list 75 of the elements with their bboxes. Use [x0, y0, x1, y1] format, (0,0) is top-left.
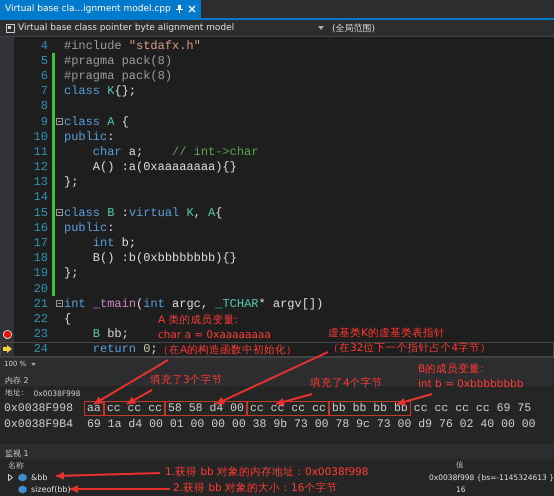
- memory-panel-title: 内存 2: [5, 376, 29, 385]
- line-number: 8: [40, 99, 48, 114]
- memory-bytes: cc cc cc cc 69 75: [412, 400, 532, 416]
- collapse-icon[interactable]: [56, 300, 63, 308]
- collapse-icon[interactable]: [56, 209, 63, 216]
- code-line: #pragma pack(8): [64, 68, 172, 83]
- line-number: 11: [32, 144, 48, 159]
- scope-dropdown[interactable]: (全局范围): [324, 22, 376, 34]
- code-line: return 0;: [92, 342, 158, 356]
- memory-bytes: 69 1a d4 00 01 00 00 00 38 9b 73 00 78 9c 73 00 d9 76 02 40 00 00: [86, 416, 537, 432]
- watch-panel-title: 监视 1: [5, 449, 29, 458]
- code-line: {: [64, 312, 72, 326]
- project-dropdown[interactable]: Virtual base class pointer byte alignment model: [0, 23, 324, 33]
- line-number: 14: [32, 190, 48, 204]
- code-line: #include "stdafx.h": [64, 38, 201, 53]
- caret-icon: [318, 26, 324, 30]
- breakpoint-icon[interactable]: [2, 330, 12, 339]
- annotation-text: 虚基类K的虚基类表指针: [328, 326, 446, 341]
- annotation-text: （在A的构造函数中初始化）: [158, 343, 298, 358]
- annotation-text: char a = 0xaaaaaaaa: [158, 328, 272, 343]
- line-number: 20: [32, 282, 48, 296]
- code-line: int b;: [92, 236, 136, 250]
- code-line: A() :a(0xaaaaaaaa){}: [92, 160, 237, 174]
- line-number: 23: [32, 327, 48, 342]
- line-number: 17: [32, 236, 48, 250]
- code-line: #pragma pack(8): [64, 54, 172, 68]
- line-number: 22: [32, 312, 48, 326]
- code-line: };: [64, 175, 78, 190]
- watch-name: &bb: [31, 472, 48, 482]
- expand-icon[interactable]: [8, 474, 13, 480]
- memory-address: 0x0038F998: [4, 402, 74, 414]
- line-number: 12: [32, 160, 48, 174]
- line-number: 6: [40, 68, 48, 83]
- caret-icon: [31, 362, 36, 366]
- code-line: char a; // int->char: [92, 144, 258, 159]
- memory-address: 0x0038F9B4: [4, 418, 74, 430]
- line-number: 24: [32, 342, 48, 356]
- close-icon[interactable]: [188, 5, 196, 13]
- highlighted-bytes: cc cc cc cc: [246, 400, 329, 416]
- line-number: 15: [32, 206, 48, 220]
- annotation-text: （在32位下一个指针占个4字节）: [328, 341, 492, 356]
- annotation-text: A 类的成员变量:: [158, 313, 240, 328]
- column-header[interactable]: 名称: [8, 460, 24, 470]
- pin-icon[interactable]: [176, 5, 183, 13]
- highlighted-bytes: 58 58 d4 00: [165, 400, 247, 416]
- line-number: 7: [40, 84, 48, 98]
- line-number: 10: [32, 130, 48, 144]
- file-tab[interactable]: Virtual base cla...ignment model.cpp: [0, 0, 201, 18]
- line-number: 4: [40, 38, 48, 53]
- annotation-text: 2.获得 bb 对象的大小：16个字节: [173, 481, 338, 496]
- highlighted-bytes: cc cc cc: [104, 400, 166, 416]
- annotation-text: int b = 0xbbbbbbbb: [418, 377, 524, 392]
- collapse-icon[interactable]: [56, 118, 63, 126]
- line-number: 5: [40, 54, 48, 68]
- annotation-text: 填充了4个字节: [310, 376, 383, 391]
- project-icon: [6, 24, 15, 32]
- code-line: public:: [64, 130, 114, 144]
- annotation-text: B的成员变量:: [418, 362, 485, 377]
- line-number: 13: [32, 175, 48, 190]
- code-line: public:: [64, 220, 114, 235]
- code-line: int _tmain(int argc, _TCHAR* argv[]): [64, 296, 324, 311]
- code-line: };: [64, 266, 78, 280]
- line-number: 18: [32, 251, 48, 266]
- code-line: class B :virtual K, A{: [64, 206, 222, 220]
- code-line: B bb;: [92, 327, 129, 342]
- code-line: B() :b(0xbbbbbbbb){}: [92, 251, 237, 266]
- annotation-text: 填充了3个字节: [150, 373, 223, 388]
- annotation-text: 1.获得 bb 对象的内存地址：0x0038f998: [165, 465, 368, 480]
- watch-name: sizeof(bb): [31, 484, 71, 494]
- code-line: class K{};: [64, 84, 136, 98]
- line-number: 9: [40, 114, 48, 129]
- line-number: 21: [32, 296, 48, 311]
- line-number: 16: [32, 220, 48, 235]
- line-number: 19: [32, 266, 48, 280]
- code-line: class A {: [64, 114, 129, 129]
